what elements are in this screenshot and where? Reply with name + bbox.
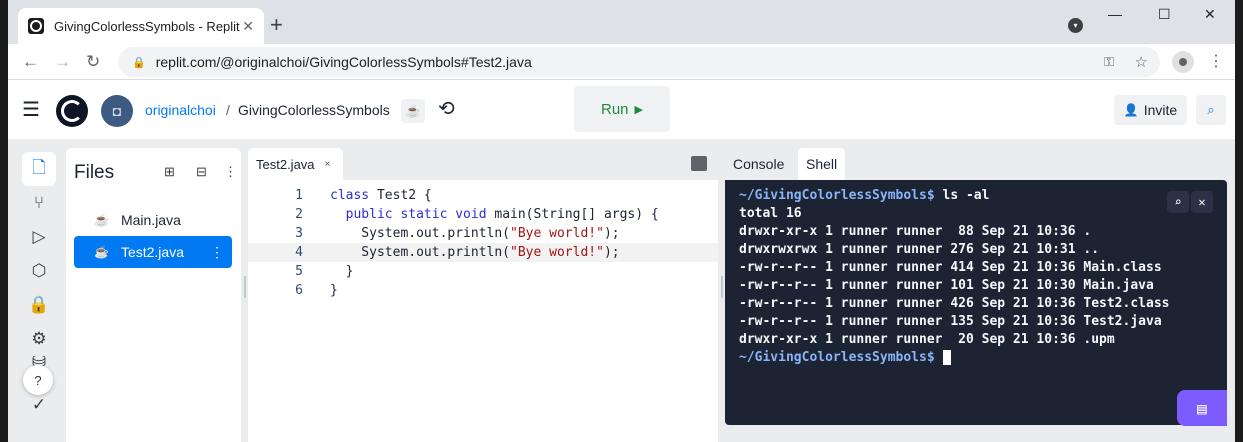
editor-tab-close-icon[interactable]: × — [325, 159, 331, 170]
run-label: Run — [601, 100, 629, 118]
invite-label: Invite — [1143, 102, 1178, 118]
code-line: 5 } — [295, 264, 354, 279]
secrets-lock-icon[interactable]: 🔒 — [22, 288, 56, 322]
back-icon[interactable]: ← — [22, 52, 39, 72]
shell-terminal[interactable]: ~/GivingColorlessSymbols$ ls -al total 1… — [725, 180, 1227, 426]
java-language-icon[interactable]: ☕ — [401, 99, 425, 123]
file-options-icon[interactable]: ⋮ — [210, 244, 224, 261]
tab-strip: GivingColorlessSymbols - Replit ✕ + ▾ — … — [8, 0, 1235, 44]
invite-button[interactable]: 👤 Invite — [1114, 95, 1187, 125]
run-button[interactable]: Run ▶ — [574, 86, 670, 132]
repl-name[interactable]: GivingColorlessSymbols — [238, 102, 390, 118]
browser-tab[interactable]: GivingColorlessSymbols - Replit ✕ — [18, 8, 264, 44]
forward-icon[interactable]: → — [54, 52, 71, 72]
add-person-icon: 👤 — [1123, 103, 1139, 117]
browser-window: GivingColorlessSymbols - Replit ✕ + ▾ — … — [8, 0, 1235, 442]
close-window-button[interactable]: ✕ — [1204, 6, 1216, 23]
shell-prompt: ~/GivingColorlessSymbols$ — [739, 188, 935, 203]
url-text[interactable]: replit.com/@originalchoi/GivingColorless… — [156, 54, 532, 70]
maximize-button[interactable]: ☐ — [1158, 6, 1171, 23]
breadcrumb-separator: / — [226, 102, 230, 118]
java-file-icon: ☕ — [94, 213, 109, 227]
file-item-test2-java[interactable]: ☕ Test2.java ⋮ — [74, 236, 232, 268]
version-control-icon[interactable]: ⑂ — [22, 186, 56, 220]
profile-avatar-icon[interactable] — [1172, 51, 1194, 73]
username-link[interactable]: originalchoi — [145, 102, 216, 118]
code-line: 6} — [295, 283, 338, 298]
console-area: Console Shell ~/GivingColorlessSymbols$ … — [725, 148, 1227, 442]
file-name: Main.java — [120, 212, 181, 228]
tab-shell[interactable]: Shell — [798, 148, 846, 180]
omnibox[interactable]: 🔒 replit.com/@originalchoi/GivingColorle… — [118, 47, 1160, 77]
file-item-main-java[interactable]: ☕ Main.java — [74, 204, 232, 236]
editor-pane: Test2.java × 1 class Test2 { 2 public sta… — [248, 148, 718, 442]
shell-output-line: -rw-r--r-- 1 runner runner 426 Sep 21 10… — [739, 296, 1170, 311]
debugger-icon[interactable]: ▷ — [22, 220, 56, 254]
replit-favicon-icon — [28, 18, 44, 34]
user-avatar[interactable]: ◘ — [101, 95, 133, 127]
files-pane: Files ⊞ ⊟ ⋮ ☕ Main.java ☕ Test2.java ⋮ — [66, 148, 241, 442]
files-menu-icon[interactable]: ⋮ — [224, 164, 237, 180]
editor-tab-bar: Test2.java × — [248, 148, 718, 180]
format-code-icon[interactable] — [691, 156, 707, 171]
code-line-highlighted: 4 System.out.println("Bye world!"); — [248, 243, 718, 262]
code-line: 2 public static void main(String[] args)… — [295, 207, 659, 222]
tab-close-icon[interactable]: ✕ — [242, 18, 254, 35]
packages-icon[interactable]: ⬡ — [22, 254, 56, 288]
files-title: Files — [74, 162, 115, 183]
code-editor[interactable]: 1 class Test2 { 2 public static void main… — [248, 186, 718, 300]
shell-output-line: -rw-r--r-- 1 runner runner 101 Sep 21 10… — [739, 278, 1154, 293]
lock-icon[interactable]: 🔒 — [132, 56, 146, 69]
key-icon[interactable]: ⚿ — [1104, 54, 1114, 70]
editor-tab-label: Test2.java — [256, 156, 315, 172]
shell-output-line: drwxr-xr-x 1 runner runner 20 Sep 21 10:… — [739, 332, 1115, 347]
bookmark-star-icon[interactable]: ☆ — [1135, 53, 1148, 71]
hamburger-menu-icon[interactable]: ☰ — [22, 100, 40, 120]
history-icon[interactable]: ⟲ — [438, 96, 455, 121]
new-file-icon[interactable]: ⊞ — [164, 164, 175, 180]
shell-output-line: drwxr-xr-x 1 runner runner 88 Sep 21 10:… — [739, 224, 1092, 239]
shell-output-line: -rw-r--r-- 1 runner runner 414 Sep 21 10… — [739, 260, 1162, 275]
shell-output-line: -rw-r--r-- 1 runner runner 135 Sep 21 10… — [739, 314, 1162, 329]
search-icon[interactable]: ⌕ — [1196, 95, 1226, 125]
code-line: 3 System.out.println("Bye world!"); — [295, 226, 620, 241]
reload-icon[interactable]: ↻ — [86, 52, 100, 72]
shell-output-line: drwxrwxrwx 1 runner runner 276 Sep 21 10… — [739, 242, 1100, 257]
settings-gear-icon[interactable]: ⚙ — [22, 322, 56, 356]
new-tab-button[interactable]: + — [270, 14, 283, 36]
files-icon[interactable]: 🗋 — [22, 152, 56, 186]
new-folder-icon[interactable]: ⊟ — [196, 164, 207, 180]
tab-search-icon[interactable]: ▾ — [1068, 18, 1083, 33]
java-file-icon: ☕ — [94, 245, 109, 259]
terminal-search-icon[interactable]: ⌕ — [1167, 191, 1189, 213]
tab-console[interactable]: Console — [725, 148, 792, 180]
terminal-clear-icon[interactable]: ✕ — [1191, 191, 1213, 213]
browser-menu-icon[interactable]: ⋮ — [1208, 51, 1224, 71]
replit-logo-icon[interactable] — [56, 95, 88, 127]
replit-header: ☰ ◘ originalchoi / GivingColorlessSymbol… — [8, 80, 1235, 140]
workspace: 🗋 ⑂ ▷ ⬡ 🔒 ⚙ ⛁ ✓ ? Files ⊞ ⊟ ⋮ ☕ Main.jav… — [8, 140, 1235, 442]
terminal-cursor — [942, 350, 951, 365]
tab-title: GivingColorlessSymbols - Replit — [54, 18, 240, 34]
shell-output-line: total 16 — [739, 206, 802, 221]
minimize-button[interactable]: — — [1108, 6, 1122, 22]
editor-tab-test2-java[interactable]: Test2.java × — [248, 148, 343, 180]
shell-prompt: ~/GivingColorlessSymbols$ — [739, 350, 935, 365]
tool-rail: 🗋 ⑂ ▷ ⬡ 🔒 ⚙ ⛁ ✓ — [18, 148, 60, 442]
chat-icon[interactable]: ▤ — [1177, 390, 1227, 426]
code-line: 1 class Test2 { — [295, 188, 432, 203]
shell-command: ls -al — [934, 188, 990, 203]
pane-resize-handle[interactable] — [244, 276, 246, 298]
file-name: Test2.java — [120, 244, 184, 260]
help-button[interactable]: ? — [23, 365, 53, 395]
address-bar: ← → ↻ 🔒 replit.com/@originalchoi/GivingC… — [8, 44, 1235, 80]
play-icon: ▶ — [634, 103, 643, 116]
pane-resize-handle[interactable] — [721, 276, 723, 298]
